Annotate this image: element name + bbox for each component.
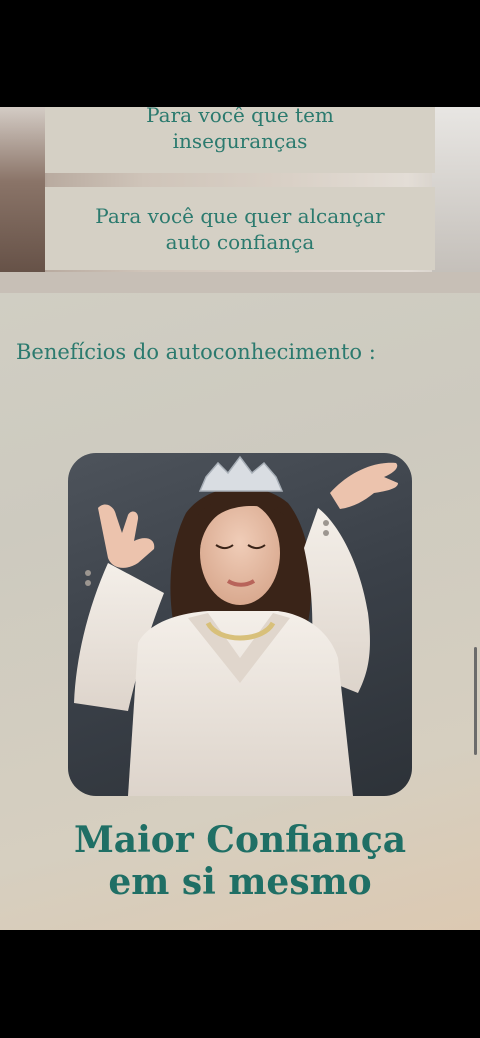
benefits-title: Benefícios do autoconhecimento :	[16, 340, 376, 364]
confidence-card-text: Para você que quer alcançar auto confian…	[95, 203, 384, 255]
confidence-card: Para você que quer alcançar auto confian…	[45, 187, 435, 270]
hero-background-ledge	[0, 272, 480, 293]
insecurity-card-text: Para você que tem inseguranças	[45, 107, 435, 154]
woman-with-tiara-photo	[68, 453, 412, 796]
photo-illustration	[74, 455, 398, 796]
insecurity-card-line1: Para você que tem	[146, 107, 334, 127]
hero-background-right	[432, 107, 480, 293]
feature-headline: Maior Confiança em si mesmo	[0, 819, 480, 903]
confidence-card-line2: auto confiança	[165, 229, 315, 254]
feature-headline-line2: em si mesmo	[108, 861, 372, 903]
insecurity-card: Para você que tem inseguranças	[45, 107, 435, 173]
confidence-card-line1: Para você que quer alcançar	[95, 203, 385, 228]
scrollbar[interactable]	[474, 647, 477, 755]
hero-background-left	[0, 107, 45, 293]
insecurity-card-line2: inseguranças	[172, 129, 308, 153]
page: Para você que tem inseguranças Para você…	[0, 107, 480, 930]
hero-banner: Para você que tem inseguranças Para você…	[0, 107, 480, 293]
feature-headline-line1: Maior Confiança	[73, 819, 407, 861]
